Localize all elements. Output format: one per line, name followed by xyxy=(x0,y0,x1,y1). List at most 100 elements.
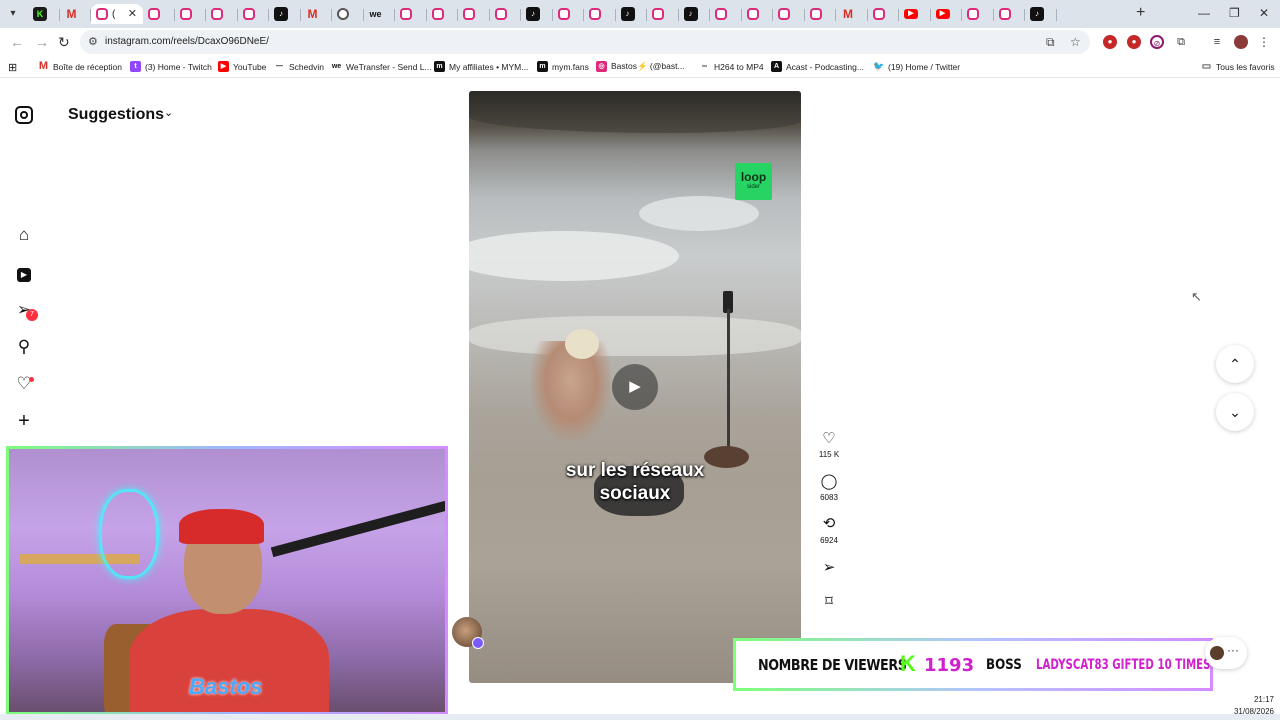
extension-3-icon[interactable]: ⊘ xyxy=(1150,35,1164,49)
folder-icon: ▭ xyxy=(1201,61,1212,72)
bookmark-star-icon[interactable]: ☆ xyxy=(1070,35,1081,49)
browser-tab[interactable]: ♪ xyxy=(1025,4,1057,24)
browser-tab[interactable] xyxy=(994,4,1025,24)
browser-tab[interactable] xyxy=(143,4,175,24)
caption-line-1: sur les réseaux xyxy=(565,460,705,481)
browser-tab[interactable] xyxy=(553,4,584,24)
url-text[interactable]: instagram.com/reels/DcaxO96DNeE/ xyxy=(105,36,269,47)
instagram-logo-icon[interactable] xyxy=(15,106,33,124)
browser-tab[interactable] xyxy=(647,4,679,24)
install-app-icon[interactable]: ⧉ xyxy=(1046,35,1055,50)
comment-icon[interactable]: ◯ xyxy=(818,472,840,490)
browser-tab[interactable]: M xyxy=(60,4,91,24)
extension-1-icon[interactable]: ● xyxy=(1103,35,1117,49)
bookmark-label: H264 to MP4 xyxy=(714,61,764,72)
clock-time: 21:17 xyxy=(1253,695,1274,704)
search-icon[interactable]: ⚲ xyxy=(13,336,35,358)
bookmark-mym-fans[interactable]: m mym.fans xyxy=(537,61,589,72)
chat-avatar xyxy=(1210,646,1224,660)
share-icon[interactable]: ➢ xyxy=(818,558,840,576)
browser-tab[interactable]: ♪ xyxy=(269,4,301,24)
apps-grid-icon[interactable]: ⊞ xyxy=(8,61,17,74)
browser-tab[interactable] xyxy=(427,4,458,24)
browser-tab[interactable]: M xyxy=(301,4,332,24)
instagram-icon xyxy=(715,8,727,20)
reload-icon[interactable]: ↻ xyxy=(58,34,70,51)
webcam-overlay: Bastos xyxy=(6,446,448,715)
bookmark-gmail[interactable]: M Boîte de réception xyxy=(38,61,122,72)
bookmark-twitter[interactable]: 🐦 (19) Home / Twitter xyxy=(873,61,960,72)
bookmark-label: (3) Home - Twitch xyxy=(145,61,212,72)
extension-2-icon[interactable]: ● xyxy=(1127,35,1141,49)
address-bar[interactable]: ⚙ instagram.com/reels/DcaxO96DNeE/ ⧉ ☆ xyxy=(80,30,1090,54)
gmail-icon: M xyxy=(307,7,318,21)
browser-tab[interactable] xyxy=(584,4,616,24)
browser-tab[interactable] xyxy=(206,4,238,24)
browser-tab[interactable]: M xyxy=(836,4,868,24)
repost-icon[interactable]: ⟲ xyxy=(818,514,840,532)
previous-reel-button[interactable]: ⌃ xyxy=(1216,345,1254,383)
creator-avatar[interactable] xyxy=(452,617,484,649)
browser-menu-icon[interactable]: ⋮ xyxy=(1257,35,1271,49)
browser-tab[interactable]: ♪ xyxy=(521,4,553,24)
suggestions-title[interactable]: Suggestions xyxy=(68,106,164,124)
bookmark-acast[interactable]: A Acast - Podcasting... xyxy=(771,61,864,72)
browser-tab[interactable] xyxy=(742,4,773,24)
browser-tab[interactable] xyxy=(332,4,364,24)
restore-icon[interactable]: ❐ xyxy=(1229,6,1240,20)
mym-icon: m xyxy=(434,61,445,72)
bookmark-schedvin[interactable]: — Schedvin xyxy=(274,61,324,72)
messages-pill[interactable]: ··· xyxy=(1205,637,1247,669)
extensions-puzzle-icon[interactable]: ⧉ xyxy=(1174,35,1188,49)
browser-tab[interactable] xyxy=(805,4,836,24)
gmail-icon: M xyxy=(66,7,77,21)
browser-tab-active[interactable]: (✕ xyxy=(91,4,143,24)
bookmark-h264[interactable]: ∞ H264 to MP4 xyxy=(699,61,764,72)
wetransfer-icon: we xyxy=(331,63,342,70)
like-heart-icon[interactable]: ♡ xyxy=(818,429,840,447)
browser-tab[interactable] xyxy=(395,4,427,24)
forward-icon[interactable]: → xyxy=(35,34,49,50)
profile-avatar[interactable] xyxy=(1234,35,1248,49)
browser-tab[interactable]: ▶ xyxy=(931,4,962,24)
bookmark-bastos-instagram[interactable]: ◎ Bastos⚡ (@bast... xyxy=(596,61,685,72)
all-bookmarks-folder[interactable]: ▭ Tous les favoris xyxy=(1201,61,1275,72)
browser-tab[interactable] xyxy=(458,4,490,24)
save-bookmark-icon[interactable]: ⌑ xyxy=(818,592,840,610)
browser-tab[interactable]: ♪ xyxy=(616,4,647,24)
viewer-alert-banner: NOMBRE DE VIEWERS K 1193 BOSS LADYSCAT83… xyxy=(733,638,1213,691)
create-plus-icon[interactable]: + xyxy=(13,410,35,432)
close-tab-icon[interactable]: ✕ xyxy=(128,7,137,20)
browser-tab[interactable]: ♪ xyxy=(679,4,710,24)
bookmark-mym-affiliates[interactable]: m My affiliates • MYM... xyxy=(434,61,528,72)
bookmark-youtube[interactable]: ▶ YouTube xyxy=(218,61,266,72)
chevron-down-icon[interactable]: ⌄ xyxy=(164,106,173,119)
instagram-icon xyxy=(494,8,507,20)
new-tab-button[interactable]: + xyxy=(1136,4,1145,22)
tab-search-chevron-icon[interactable]: ▾ xyxy=(4,5,22,23)
gmail-icon: M xyxy=(843,7,853,21)
reels-icon[interactable]: ▶ xyxy=(13,261,35,283)
browser-tab[interactable] xyxy=(238,4,269,24)
browser-tab[interactable]: we xyxy=(364,4,395,24)
media-control-icon[interactable]: ≡ xyxy=(1210,35,1224,49)
browser-tab[interactable] xyxy=(175,4,206,24)
browser-tab[interactable] xyxy=(773,4,805,24)
minimize-icon[interactable]: — xyxy=(1198,6,1210,20)
close-window-icon[interactable]: ✕ xyxy=(1259,6,1269,20)
browser-tab[interactable] xyxy=(490,4,521,24)
gift-message: LADYSCAT83 GIFTED 10 TIMES xyxy=(1036,657,1211,673)
home-icon[interactable]: ⌂ xyxy=(13,224,35,246)
mouse-cursor-icon: ↖ xyxy=(1191,289,1202,304)
browser-tab[interactable] xyxy=(710,4,742,24)
browser-tab[interactable] xyxy=(868,4,899,24)
play-button[interactable]: ▶ xyxy=(612,364,658,410)
next-reel-button[interactable]: ⌄ xyxy=(1216,393,1254,431)
back-icon[interactable]: ← xyxy=(10,34,24,50)
browser-tab[interactable] xyxy=(962,4,994,24)
site-info-icon[interactable]: ⚙ xyxy=(88,35,98,48)
bookmark-wetransfer[interactable]: we WeTransfer - Send L... xyxy=(331,61,432,72)
browser-tab[interactable]: K xyxy=(28,4,60,24)
browser-tab[interactable]: ▶ xyxy=(899,4,931,24)
bookmark-twitch[interactable]: t (3) Home - Twitch xyxy=(130,61,212,72)
